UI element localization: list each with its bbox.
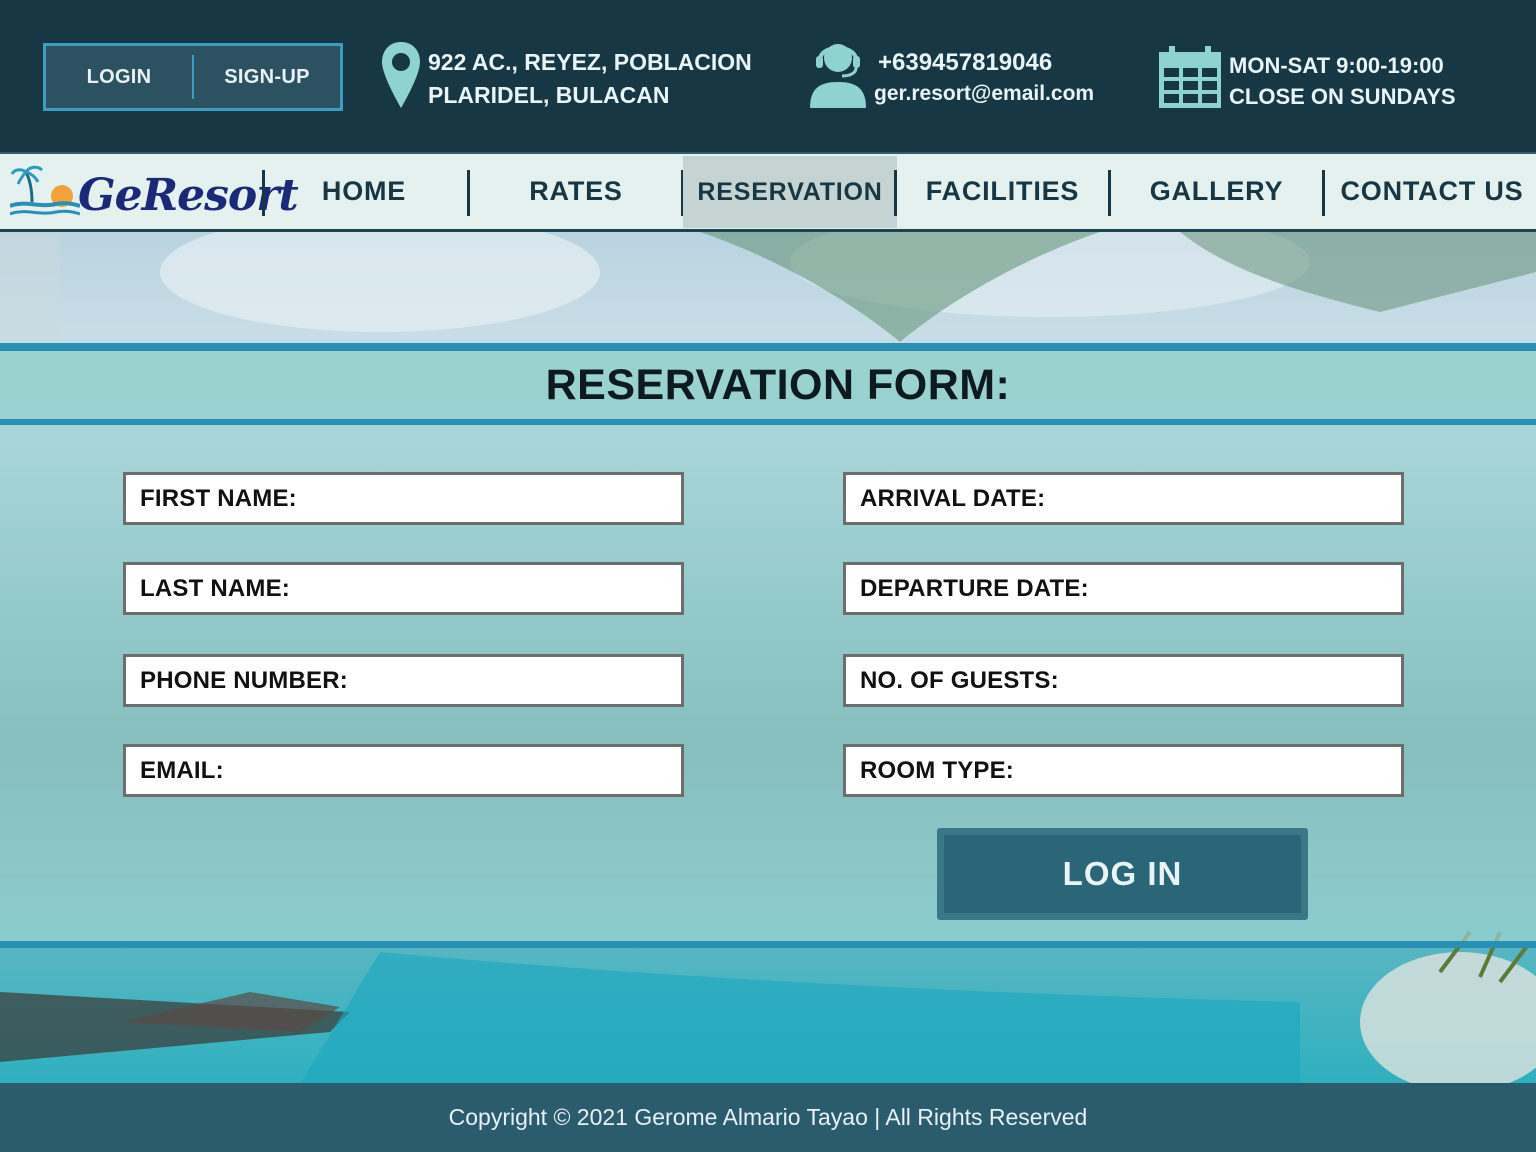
reservation-form-section: RESERVATION FORM: FIRST NAME: LAST NAME:… xyxy=(0,343,1536,948)
address-block: 922 AC., REYEZ, POBLACION PLARIDEL, BULA… xyxy=(380,42,752,112)
form-title: RESERVATION FORM: xyxy=(545,360,1011,409)
nav-divider xyxy=(894,170,897,216)
form-title-strip: RESERVATION FORM: xyxy=(0,351,1536,425)
last-name-field[interactable]: LAST NAME: xyxy=(123,562,684,615)
copyright-text: Copyright © 2021 Gerome Almario Tayao | … xyxy=(448,1104,1088,1130)
first-name-label: FIRST NAME: xyxy=(140,484,297,512)
login-button[interactable]: LOGIN xyxy=(46,46,192,108)
top-info-bar: LOGIN SIGN-UP 922 AC., REYEZ, POBLACION … xyxy=(0,0,1536,152)
nav-gallery[interactable]: GALLERY xyxy=(1114,154,1319,229)
nav-divider xyxy=(1322,170,1325,216)
hours-line-2: CLOSE ON SUNDAYS xyxy=(1229,84,1456,109)
submit-login-button[interactable]: LOG IN xyxy=(937,828,1308,920)
footer: Copyright © 2021 Gerome Almario Tayao | … xyxy=(0,1083,1536,1152)
island-logo-icon xyxy=(10,165,80,216)
site-logo[interactable]: GeResort xyxy=(10,162,299,224)
room-type-field[interactable]: ROOM TYPE: xyxy=(843,744,1404,797)
last-name-label: LAST NAME: xyxy=(140,574,290,602)
contact-block: +639457819046 ger.resort@email.com xyxy=(808,44,1094,108)
nav-home[interactable]: HOME xyxy=(268,154,460,229)
address-line-1: 922 AC., REYEZ, POBLACION xyxy=(428,49,752,75)
phone-number[interactable]: +639457819046 xyxy=(878,46,1094,80)
nav-rates[interactable]: RATES xyxy=(476,154,676,229)
hours-block: MON-SAT 9:00-19:00 CLOSE ON SUNDAYS xyxy=(1157,46,1456,112)
email-field[interactable]: EMAIL: xyxy=(123,744,684,797)
phone-number-label: PHONE NUMBER: xyxy=(140,666,348,694)
room-type-label: ROOM TYPE: xyxy=(860,756,1015,784)
nav-divider xyxy=(467,170,470,216)
nav-contact-us[interactable]: CONTACT US xyxy=(1328,154,1536,229)
auth-buttons: LOGIN SIGN-UP xyxy=(43,43,343,111)
location-pin-icon xyxy=(380,40,422,121)
nav-divider xyxy=(1108,170,1111,216)
arrival-date-field[interactable]: ARRIVAL DATE: xyxy=(843,472,1404,525)
main-navbar: GeResort HOME RATES RESERVATION FACILITI… xyxy=(0,152,1536,232)
phone-number-field[interactable]: PHONE NUMBER: xyxy=(123,654,684,707)
address-line-2: PLARIDEL, BULACAN xyxy=(428,82,670,108)
email-address[interactable]: ger.resort@email.com xyxy=(874,80,1094,108)
nav-reservation[interactable]: RESERVATION xyxy=(683,156,897,228)
departure-date-label: DEPARTURE DATE: xyxy=(860,574,1089,602)
email-label: EMAIL: xyxy=(140,756,224,784)
nav-facilities[interactable]: FACILITIES xyxy=(900,154,1105,229)
nav-divider xyxy=(262,170,265,216)
signup-button[interactable]: SIGN-UP xyxy=(194,46,340,108)
guests-count-field[interactable]: NO. OF GUESTS: xyxy=(843,654,1404,707)
arrival-date-label: ARRIVAL DATE: xyxy=(860,484,1046,512)
guests-count-label: NO. OF GUESTS: xyxy=(860,666,1059,694)
departure-date-field[interactable]: DEPARTURE DATE: xyxy=(843,562,1404,615)
calendar-icon xyxy=(1157,44,1223,119)
customer-support-icon xyxy=(808,40,870,119)
hours-line-1: MON-SAT 9:00-19:00 xyxy=(1229,53,1444,78)
first-name-field[interactable]: FIRST NAME: xyxy=(123,472,684,525)
